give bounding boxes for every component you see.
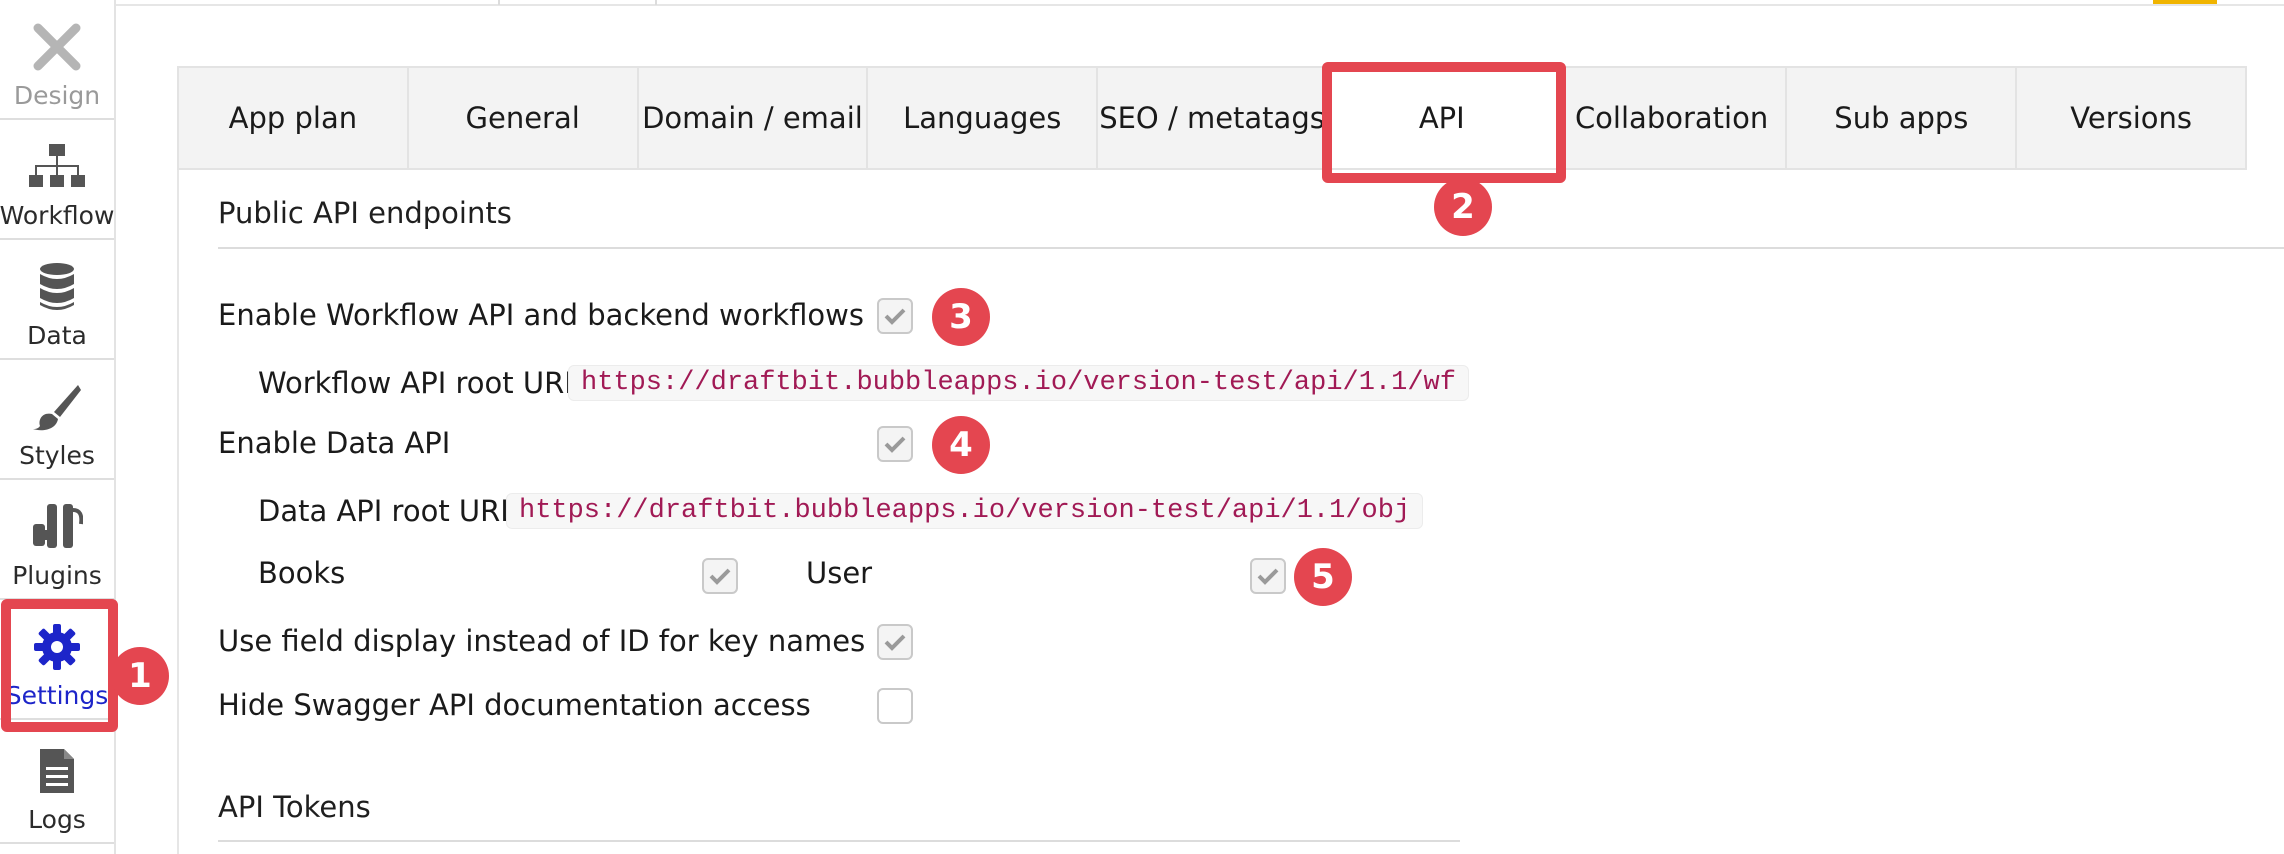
workflow-root-url[interactable]: https://draftbit.bubbleapps.io/version-t… [568, 365, 1469, 401]
sidebar-item-label: Settings [5, 681, 109, 710]
tab-api[interactable]: API [1327, 68, 1558, 168]
section-title-api-tokens: API Tokens [218, 790, 371, 824]
callout-5-badge: 5 [1294, 548, 1352, 606]
checkmark-icon [884, 634, 906, 651]
section-divider [218, 840, 1460, 842]
callout-2-badge: 2 [1434, 178, 1492, 236]
section-divider [218, 247, 2284, 249]
callout-1-badge: 1 [111, 647, 169, 705]
tab-versions[interactable]: Versions [2017, 68, 2245, 168]
workflow-icon [29, 139, 85, 195]
field-display-label: Use field display instead of ID for key … [218, 624, 866, 658]
sidebar-item-label: Data [27, 321, 87, 350]
tab-app-plan[interactable]: App plan [179, 68, 409, 168]
document-icon [29, 743, 85, 799]
sidebar-item-label: Plugins [12, 561, 102, 590]
type-user-checkbox[interactable] [1250, 558, 1286, 594]
design-icon [29, 19, 85, 75]
settings-panel [177, 66, 2247, 854]
sidebar-item-plugins[interactable]: Plugins [0, 482, 114, 600]
hide-swagger-label: Hide Swagger API documentation access [218, 688, 811, 722]
workflow-api-label: Enable Workflow API and backend workflow… [218, 298, 865, 332]
type-user-label: User [806, 556, 873, 590]
tab-domain-email[interactable]: Domain / email [639, 68, 869, 168]
section-title-public-api: Public API endpoints [218, 196, 512, 230]
sidebar-item-data[interactable]: Data [0, 242, 114, 360]
sidebar-item-workflow[interactable]: Workflow [0, 122, 114, 240]
sidebar-item-logs[interactable]: Logs [0, 722, 114, 844]
sidebar-item-label: Logs [28, 805, 86, 834]
checkmark-icon [709, 568, 731, 585]
sidebar-item-label: Workflow [0, 201, 115, 230]
checkmark-icon [884, 436, 906, 453]
type-books-checkbox[interactable] [702, 558, 738, 594]
checkmark-icon [1257, 568, 1279, 585]
plug-icon [29, 499, 85, 555]
tab-general[interactable]: General [409, 68, 639, 168]
database-icon [29, 259, 85, 315]
settings-tabs: App plan General Domain / email Language… [177, 66, 2247, 170]
data-api-checkbox[interactable] [877, 426, 913, 462]
checkmark-icon [884, 308, 906, 325]
tab-languages[interactable]: Languages [868, 68, 1099, 168]
top-border [116, 4, 2284, 6]
sidebar-item-styles[interactable]: Styles [0, 362, 114, 480]
gear-icon [29, 619, 85, 675]
data-api-label: Enable Data API [218, 426, 451, 460]
brush-icon [29, 379, 85, 435]
hide-swagger-checkbox[interactable] [877, 688, 913, 724]
tab-collaboration[interactable]: Collaboration [1558, 68, 1788, 168]
workflow-api-checkbox[interactable] [877, 298, 913, 334]
sidebar-item-settings[interactable]: Settings [0, 602, 114, 720]
data-root-url-label: Data API root URL: [258, 494, 527, 528]
tab-seo-metatags[interactable]: SEO / metatags [1098, 68, 1328, 168]
callout-3-badge: 3 [932, 288, 990, 346]
top-divider [655, 0, 657, 5]
workflow-root-url-label: Workflow API root URL: [258, 366, 591, 400]
top-accent-bar [2153, 0, 2217, 4]
callout-4-badge: 4 [932, 416, 990, 474]
sidebar-item-label: Design [13, 81, 101, 110]
sidebar: Design Workflow Data Styles Plugins Sett… [0, 0, 116, 854]
data-root-url[interactable]: https://draftbit.bubbleapps.io/version-t… [506, 493, 1424, 529]
tab-sub-apps[interactable]: Sub apps [1787, 68, 2018, 168]
field-display-checkbox[interactable] [877, 624, 913, 660]
top-divider [498, 0, 500, 5]
sidebar-item-design[interactable]: Design [0, 0, 114, 120]
sidebar-item-label: Styles [19, 441, 95, 470]
type-books-label: Books [258, 556, 346, 590]
